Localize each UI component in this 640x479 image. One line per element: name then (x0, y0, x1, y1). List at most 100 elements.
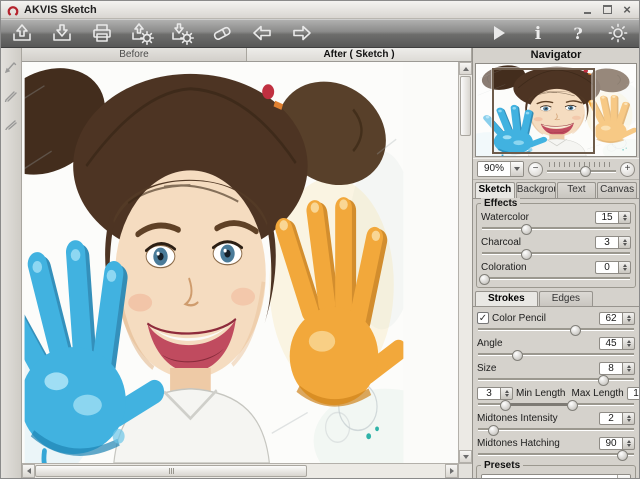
scroll-right-button[interactable] (445, 464, 458, 478)
open-image-icon[interactable] (9, 21, 35, 45)
length-range-slider[interactable] (477, 400, 635, 409)
presets-dropdown-button[interactable] (617, 475, 630, 479)
watercolor-spin-buttons[interactable] (619, 211, 631, 224)
color-pencil-value[interactable]: 62 (599, 312, 623, 325)
zoom-slider[interactable] (547, 161, 616, 177)
vertical-scrollbar[interactable] (458, 62, 472, 463)
coloration-spinner[interactable]: 0 (595, 261, 631, 274)
midtones-intensity-value[interactable]: 2 (599, 412, 623, 425)
min-length-slider-thumb[interactable] (500, 400, 511, 411)
zoom-out-button[interactable]: − (528, 162, 543, 177)
min-length-spin-buttons[interactable] (501, 387, 513, 400)
zoom-in-button[interactable]: + (620, 162, 635, 177)
zoom-value[interactable]: 90% (478, 162, 510, 176)
zoom-combo[interactable]: 90% (477, 161, 524, 177)
midtones-hatching-value[interactable]: 90 (599, 437, 623, 450)
undo-icon[interactable] (249, 21, 275, 45)
print-icon[interactable] (89, 21, 115, 45)
size-value[interactable]: 8 (599, 362, 623, 375)
minimize-button[interactable] (581, 4, 593, 16)
angle-slider[interactable] (477, 350, 635, 359)
midtones-hatching-slider-thumb[interactable] (617, 450, 628, 461)
min-length-spinner[interactable]: 3 (477, 387, 513, 400)
coloration-value[interactable]: 0 (595, 261, 619, 274)
export-presets-icon[interactable] (169, 21, 195, 45)
maximize-button[interactable] (601, 4, 613, 16)
watercolor-value[interactable]: 15 (595, 211, 619, 224)
color-pencil-slider[interactable] (477, 325, 635, 334)
tab-text[interactable]: Text (557, 182, 597, 198)
watercolor-label: Watercolor (481, 212, 592, 223)
watercolor-slider[interactable] (481, 224, 631, 233)
eraser-icon[interactable] (209, 21, 235, 45)
angle-value[interactable]: 45 (599, 337, 623, 350)
color-pencil-spin-buttons[interactable] (623, 312, 635, 325)
presets-combo[interactable] (481, 474, 631, 479)
watercolor-spinner[interactable]: 15 (595, 211, 631, 224)
max-length-value[interactable]: 12 (627, 387, 640, 400)
tab-sketch[interactable]: Sketch (475, 182, 515, 198)
horizontal-scroll-track[interactable] (307, 464, 445, 478)
midtones-hatching-spinner[interactable]: 90 (599, 437, 635, 450)
vertical-scroll-thumb[interactable] (460, 76, 471, 136)
max-length-slider-thumb[interactable] (567, 400, 578, 411)
horizontal-scrollbar[interactable] (22, 464, 458, 478)
eraser-tool-icon[interactable] (4, 116, 18, 130)
save-image-icon[interactable] (49, 21, 75, 45)
title-bar[interactable]: AKVIS Sketch (1, 1, 639, 19)
charcoal-spinner[interactable]: 3 (595, 236, 631, 249)
after-image-canvas[interactable] (22, 62, 458, 463)
preferences-gear-icon[interactable] (605, 21, 631, 45)
angle-spin-buttons[interactable] (623, 337, 635, 350)
midtones-intensity-slider[interactable] (477, 425, 635, 434)
midtones-intensity-slider-thumb[interactable] (488, 425, 499, 436)
angle-spinner[interactable]: 45 (599, 337, 635, 350)
max-length-spinner[interactable]: 12 (627, 387, 640, 400)
charcoal-value[interactable]: 3 (595, 236, 619, 249)
tab-canvas[interactable]: Canvas (597, 182, 637, 198)
midtones-intensity-spinner[interactable]: 2 (599, 412, 635, 425)
tab-background[interactable]: Background (516, 182, 556, 198)
help-icon[interactable]: ? (565, 21, 591, 45)
tab-edges[interactable]: Edges (539, 291, 593, 306)
coloration-spin-buttons[interactable] (619, 261, 631, 274)
midtones-hatching-slider[interactable] (477, 450, 635, 459)
scroll-up-button[interactable] (459, 62, 472, 75)
import-presets-icon[interactable] (129, 21, 155, 45)
charcoal-slider-thumb[interactable] (521, 249, 532, 260)
redo-icon[interactable] (289, 21, 315, 45)
tab-before[interactable]: Before (22, 48, 247, 61)
color-pencil-slider-thumb[interactable] (570, 325, 581, 336)
vertical-scroll-track[interactable] (459, 137, 472, 450)
size-spinner[interactable]: 8 (599, 362, 635, 375)
tab-after[interactable]: After ( Sketch ) (247, 48, 472, 61)
color-pencil-spinner[interactable]: 62 (599, 312, 635, 325)
scroll-down-button[interactable] (459, 450, 472, 463)
pencil-tool-icon[interactable] (4, 88, 18, 102)
charcoal-slider[interactable] (481, 249, 631, 258)
midtones-hatching-spin-buttons[interactable] (623, 437, 635, 450)
tab-strokes[interactable]: Strokes (475, 291, 538, 306)
info-icon[interactable]: i (525, 21, 551, 45)
zoom-slider-thumb[interactable] (580, 166, 591, 177)
scroll-left-button[interactable] (22, 464, 35, 478)
size-spin-buttons[interactable] (623, 362, 635, 375)
stroke-direction-tool-icon[interactable] (4, 60, 18, 74)
midtones-intensity-spin-buttons[interactable] (623, 412, 635, 425)
size-slider-thumb[interactable] (598, 375, 609, 386)
run-icon[interactable] (485, 21, 511, 45)
presets-combo-value[interactable] (482, 475, 617, 479)
size-slider[interactable] (477, 375, 635, 384)
angle-slider-thumb[interactable] (512, 350, 523, 361)
close-button[interactable] (621, 4, 633, 16)
coloration-slider[interactable] (481, 274, 631, 283)
color-pencil-checkbox[interactable] (477, 312, 489, 324)
navigator-view-frame[interactable] (492, 68, 595, 155)
coloration-slider-thumb[interactable] (479, 274, 490, 285)
zoom-dropdown-button[interactable] (510, 162, 523, 176)
watercolor-slider-thumb[interactable] (521, 224, 532, 235)
min-length-value[interactable]: 3 (477, 387, 501, 400)
horizontal-scroll-thumb[interactable] (35, 465, 307, 477)
navigator-thumbnail[interactable] (475, 63, 637, 157)
charcoal-spin-buttons[interactable] (619, 236, 631, 249)
